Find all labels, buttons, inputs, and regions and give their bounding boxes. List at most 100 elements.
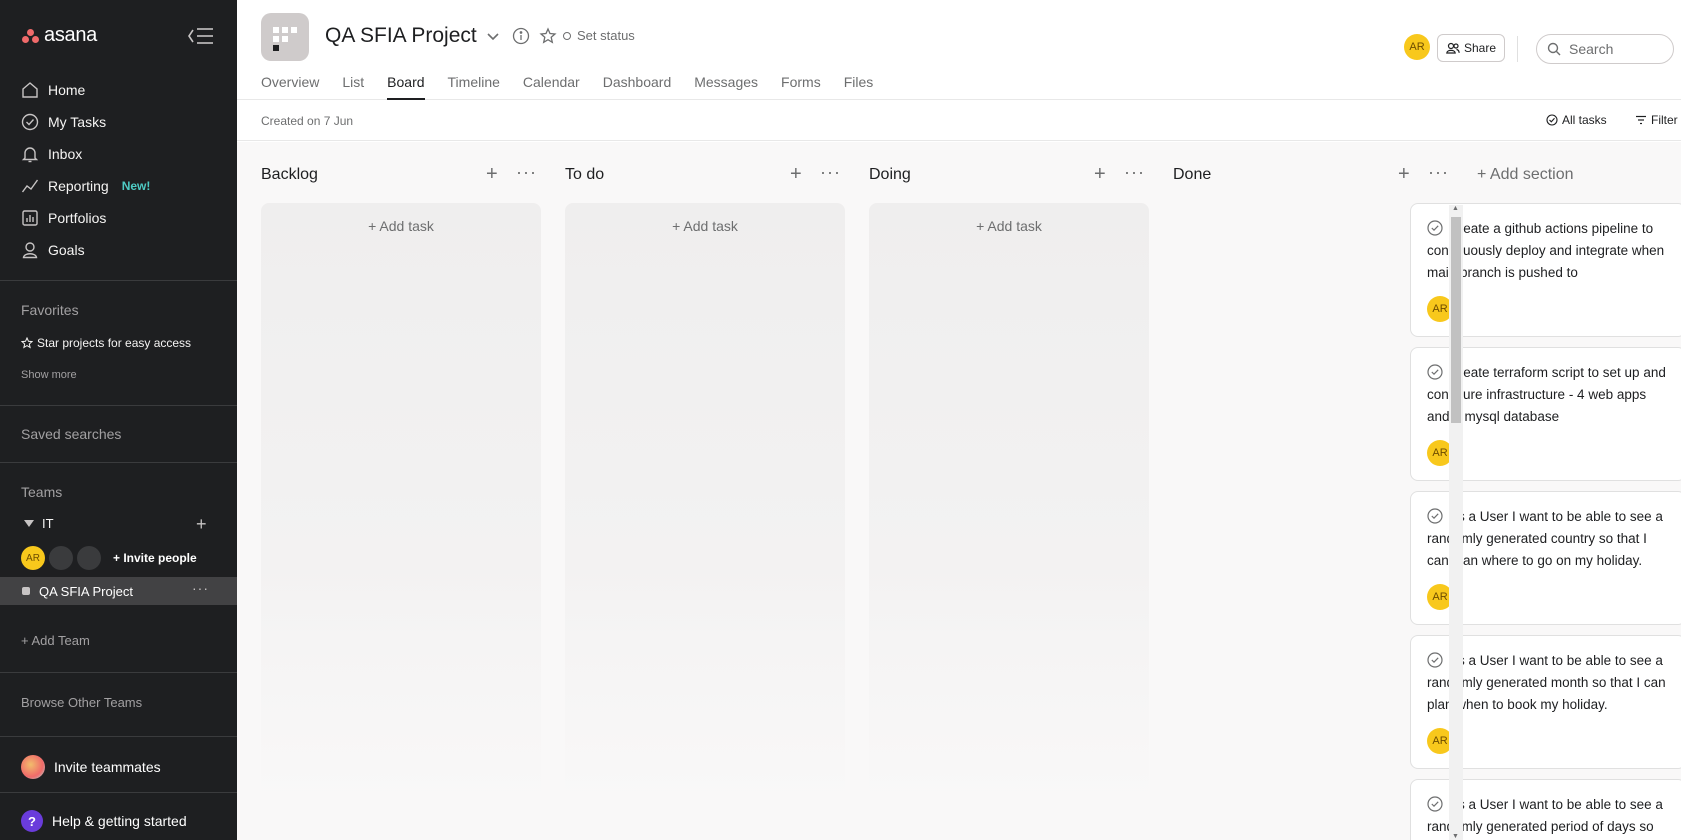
avatar[interactable]: AR bbox=[21, 546, 45, 570]
task-card-text: Create terraform script to set up and co… bbox=[1427, 362, 1669, 428]
sidebar-nav: Home My Tasks Inbox Reporting New! Portf… bbox=[0, 74, 237, 266]
complete-check-icon[interactable] bbox=[1427, 652, 1443, 668]
tab-timeline[interactable]: Timeline bbox=[448, 74, 500, 98]
star-icon bbox=[21, 337, 33, 349]
complete-check-icon[interactable] bbox=[1427, 364, 1443, 380]
person-goal-icon bbox=[22, 242, 38, 259]
tab-files[interactable]: Files bbox=[844, 74, 874, 98]
sidebar-item-portfolios[interactable]: Portfolios bbox=[0, 202, 237, 234]
complete-check-icon[interactable] bbox=[1427, 508, 1443, 524]
team-name: IT bbox=[42, 516, 54, 531]
tab-calendar[interactable]: Calendar bbox=[523, 74, 580, 98]
column-title[interactable]: To do bbox=[565, 166, 604, 183]
add-task-button[interactable]: + Add task bbox=[261, 218, 541, 234]
sidebar-project-qa-sfia[interactable]: QA SFIA Project ··· bbox=[0, 577, 237, 605]
add-to-team-button[interactable]: + bbox=[196, 514, 207, 535]
set-status-button[interactable]: Set status bbox=[563, 28, 635, 43]
column-header: Doing + ··· bbox=[869, 162, 1149, 188]
divider bbox=[0, 405, 237, 406]
add-task-plus-button[interactable]: + bbox=[486, 163, 498, 186]
add-task-plus-button[interactable]: + bbox=[790, 163, 802, 186]
board-toolbar: Created on 7 Jun All tasks Filter bbox=[237, 101, 1681, 141]
sidebar-item-label: Inbox bbox=[48, 146, 83, 162]
chevron-down-icon[interactable] bbox=[484, 27, 502, 45]
invite-teammates-button[interactable]: Invite teammates bbox=[21, 755, 161, 779]
created-date: Created on 7 Jun bbox=[261, 114, 354, 128]
divider bbox=[0, 672, 237, 673]
check-circle-icon bbox=[21, 113, 39, 131]
column-more-icon[interactable]: ··· bbox=[1124, 162, 1145, 183]
caret-down-icon bbox=[24, 519, 34, 527]
browse-other-teams-link[interactable]: Browse Other Teams bbox=[21, 695, 142, 710]
add-task-button[interactable]: + Add task bbox=[565, 218, 845, 234]
tab-dashboard[interactable]: Dashboard bbox=[603, 74, 672, 98]
sidebar: asana Home My Tasks Inbox Reporting New!… bbox=[0, 0, 237, 840]
logo-text: asana bbox=[44, 24, 97, 46]
tab-messages[interactable]: Messages bbox=[694, 74, 758, 98]
tab-board[interactable]: Board bbox=[387, 74, 425, 100]
asana-logo[interactable]: asana bbox=[22, 24, 97, 47]
sidebar-item-my-tasks[interactable]: My Tasks bbox=[0, 106, 237, 138]
search-placeholder: Search bbox=[1569, 41, 1614, 57]
tab-forms[interactable]: Forms bbox=[781, 74, 821, 98]
sidebar-item-inbox[interactable]: Inbox bbox=[0, 138, 237, 170]
column-title[interactable]: Backlog bbox=[261, 166, 318, 183]
sidebar-item-reporting[interactable]: Reporting New! bbox=[0, 170, 237, 202]
column-header: Done + ··· bbox=[1173, 162, 1453, 188]
scroll-down-icon[interactable]: ▼ bbox=[1452, 833, 1459, 840]
new-badge: New! bbox=[121, 179, 151, 193]
column-more-icon[interactable]: ··· bbox=[820, 162, 841, 183]
info-icon[interactable] bbox=[512, 27, 530, 45]
share-button[interactable]: Share bbox=[1437, 34, 1506, 62]
filter-button[interactable]: Filter bbox=[1635, 113, 1678, 127]
chart-line-icon bbox=[21, 179, 39, 193]
scrollbar-thumb[interactable] bbox=[1451, 217, 1461, 423]
column-header: Backlog + ··· bbox=[261, 162, 541, 188]
project-member-avatar[interactable]: AR bbox=[1404, 34, 1430, 60]
avatar-placeholder bbox=[77, 546, 101, 570]
add-task-button[interactable]: + Add task bbox=[869, 218, 1149, 234]
saved-searches-heading[interactable]: Saved searches bbox=[21, 426, 121, 442]
divider bbox=[1517, 36, 1518, 62]
column-more-icon[interactable]: ··· bbox=[516, 162, 537, 183]
show-more-link[interactable]: Show more bbox=[21, 369, 77, 381]
check-circle-icon bbox=[1546, 114, 1558, 126]
search-input[interactable]: Search bbox=[1536, 34, 1674, 64]
add-task-plus-button[interactable]: + bbox=[1398, 163, 1410, 186]
scroll-up-icon[interactable]: ▲ bbox=[1452, 205, 1459, 212]
star-icon[interactable] bbox=[539, 27, 557, 45]
add-section-button[interactable]: + Add section bbox=[1477, 166, 1574, 184]
all-tasks-filter[interactable]: All tasks bbox=[1546, 113, 1607, 127]
filter-label: Filter bbox=[1651, 113, 1678, 127]
team-it[interactable]: IT bbox=[24, 516, 54, 531]
task-card-text: Create a github actions pipeline to cont… bbox=[1427, 218, 1669, 284]
more-options-icon[interactable]: ··· bbox=[192, 580, 209, 596]
home-icon bbox=[22, 82, 38, 98]
collapse-sidebar-icon[interactable] bbox=[188, 26, 214, 46]
complete-check-icon[interactable] bbox=[1427, 796, 1443, 812]
add-team-button[interactable]: + Add Team bbox=[21, 633, 90, 648]
column-title[interactable]: Doing bbox=[869, 166, 911, 183]
sidebar-item-home[interactable]: Home bbox=[0, 74, 237, 106]
column-more-icon[interactable]: ··· bbox=[1428, 162, 1449, 183]
teams-heading[interactable]: Teams bbox=[21, 484, 62, 500]
search-icon bbox=[1547, 42, 1561, 56]
add-task-plus-button[interactable]: + bbox=[1094, 163, 1106, 186]
favorites-heading[interactable]: Favorites bbox=[21, 302, 79, 318]
avatar-placeholder bbox=[49, 546, 73, 570]
project-color-icon bbox=[22, 587, 30, 595]
tab-list[interactable]: List bbox=[342, 74, 364, 98]
sidebar-item-label: Home bbox=[48, 82, 86, 98]
divider bbox=[0, 792, 237, 793]
tab-overview[interactable]: Overview bbox=[261, 74, 319, 98]
invite-people-button[interactable]: + Invite people bbox=[113, 551, 197, 565]
complete-check-icon[interactable] bbox=[1427, 220, 1443, 236]
page-title[interactable]: QA SFIA Project bbox=[325, 24, 477, 48]
column-header: To do + ··· bbox=[565, 162, 845, 188]
sidebar-item-label: Reporting bbox=[48, 178, 109, 194]
column-title[interactable]: Done bbox=[1173, 166, 1211, 183]
help-button[interactable]: ? Help & getting started bbox=[21, 810, 187, 832]
sidebar-item-goals[interactable]: Goals bbox=[0, 234, 237, 266]
filter-icon bbox=[1636, 115, 1646, 125]
done-column-scrollbar[interactable]: ▲ ▼ bbox=[1449, 205, 1463, 840]
